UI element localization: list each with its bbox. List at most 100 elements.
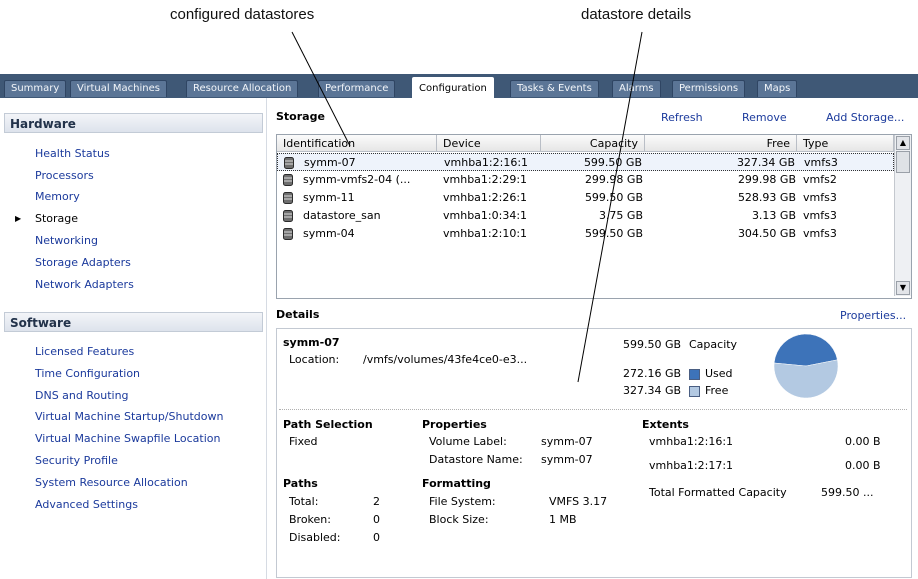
- volume-label-value: symm-07: [541, 435, 593, 448]
- column-free[interactable]: Free: [645, 135, 797, 152]
- cell-free: 299.98 GB: [737, 173, 796, 186]
- column-device[interactable]: Device: [437, 135, 541, 152]
- tab-alarms[interactable]: Alarms: [612, 80, 661, 97]
- tab-performance[interactable]: Performance: [318, 80, 396, 97]
- datastore-icon: [283, 228, 293, 240]
- scroll-down-icon[interactable]: ▼: [896, 281, 910, 295]
- nav-vm-startup-shutdown[interactable]: Virtual Machine Startup/Shutdown: [35, 409, 223, 425]
- callout-configured-datastores: configured datastores: [170, 6, 315, 23]
- add-storage-link[interactable]: Add Storage...: [826, 111, 904, 124]
- tab-virtual-machines[interactable]: Virtual Machines: [70, 80, 167, 97]
- total-formatted-capacity-value: 599.50 ...: [821, 486, 874, 499]
- datastore-icon: [284, 157, 294, 169]
- free-swatch: [689, 386, 700, 397]
- nav-vm-swapfile-location[interactable]: Virtual Machine Swapfile Location: [35, 431, 220, 447]
- nav-network-adapters[interactable]: Network Adapters: [35, 277, 134, 293]
- cell-device: vmhba1:2:26:1: [443, 191, 528, 204]
- tab-maps[interactable]: Maps: [757, 80, 798, 97]
- datastore-name-value: symm-07: [541, 453, 593, 466]
- cell-free: 528.93 GB: [737, 191, 796, 204]
- extents-title: Extents: [642, 418, 689, 431]
- extent-device: vmhba1:2:17:1: [649, 459, 734, 472]
- storage-title: Storage: [276, 110, 325, 123]
- free-value: 327.34 GB: [623, 384, 682, 397]
- cell-capacity: 599.50 GB: [583, 156, 642, 169]
- hardware-header: Hardware: [4, 113, 263, 133]
- column-type[interactable]: Type: [797, 135, 894, 152]
- cell-capacity: 3.75 GB: [598, 209, 643, 222]
- table-scrollbar[interactable]: ▲ ▼: [894, 135, 911, 296]
- cell-capacity: 299.98 GB: [584, 173, 643, 186]
- capacity-label: Capacity: [689, 338, 738, 351]
- scroll-thumb[interactable]: [896, 151, 910, 173]
- refresh-link[interactable]: Refresh: [661, 111, 703, 124]
- scroll-up-icon[interactable]: ▲: [896, 136, 910, 150]
- nav-processors[interactable]: Processors: [35, 168, 94, 184]
- details-title: Details: [276, 308, 320, 321]
- remove-link[interactable]: Remove: [742, 111, 787, 124]
- file-system-key: File System:: [429, 495, 496, 508]
- cell-capacity: 599.50 GB: [584, 191, 643, 204]
- cell-identification: symm-07: [304, 156, 356, 169]
- nav-advanced-settings[interactable]: Advanced Settings: [35, 497, 138, 513]
- paths-total-value: 2: [373, 495, 380, 508]
- location-label: Location:: [289, 353, 340, 366]
- nav-networking[interactable]: Networking: [35, 233, 98, 249]
- table-row[interactable]: datastore_san vmhba1:0:34:1 3.75 GB 3.13…: [277, 207, 894, 225]
- datastore-table: Identification Device Capacity Free Type…: [276, 134, 912, 299]
- table-row[interactable]: symm-07 vmhba1:2:16:1 599.50 GB 327.34 G…: [277, 153, 894, 171]
- cell-device: vmhba1:2:29:1: [443, 173, 528, 186]
- cell-type: vmfs3: [804, 156, 838, 169]
- cell-type: vmfs3: [803, 227, 837, 240]
- volume-label-key: Volume Label:: [429, 435, 507, 448]
- table-row[interactable]: symm-vmfs2-04 (... vmhba1:2:29:1 299.98 …: [277, 171, 894, 189]
- properties-link[interactable]: Properties...: [840, 309, 906, 322]
- nav-time-configuration[interactable]: Time Configuration: [35, 366, 140, 382]
- details-panel: symm-07 Location: /vmfs/volumes/43fe4ce0…: [276, 328, 912, 578]
- block-size-value: 1 MB: [549, 513, 577, 526]
- tab-resource-allocation[interactable]: Resource Allocation: [186, 80, 299, 97]
- tab-tasks-events[interactable]: Tasks & Events: [510, 80, 599, 97]
- cell-device: vmhba1:2:16:1: [444, 156, 529, 169]
- tab-summary[interactable]: Summary: [4, 80, 67, 97]
- extent-size: 0.00 B: [845, 435, 881, 448]
- table-row[interactable]: symm-04 vmhba1:2:10:1 599.50 GB 304.50 G…: [277, 225, 894, 243]
- nav-storage[interactable]: Storage: [35, 211, 78, 227]
- datastore-icon: [283, 174, 293, 186]
- cell-identification: symm-vmfs2-04 (...: [303, 173, 411, 186]
- extent-size: 0.00 B: [845, 459, 881, 472]
- paths-disabled-label: Disabled:: [289, 531, 341, 544]
- properties-section-title: Properties: [422, 418, 487, 431]
- nav-health-status[interactable]: Health Status: [35, 146, 110, 162]
- paths-disabled-value: 0: [373, 531, 380, 544]
- cell-type: vmfs2: [803, 173, 837, 186]
- cell-type: vmfs3: [803, 209, 837, 222]
- tab-permissions[interactable]: Permissions: [672, 80, 746, 97]
- cell-type: vmfs3: [803, 191, 837, 204]
- cell-free: 327.34 GB: [736, 156, 795, 169]
- nav-licensed-features[interactable]: Licensed Features: [35, 344, 134, 360]
- paths-broken-label: Broken:: [289, 513, 331, 526]
- column-capacity[interactable]: Capacity: [541, 135, 645, 152]
- cell-identification: datastore_san: [303, 209, 381, 222]
- callout-datastore-details: datastore details: [581, 6, 692, 23]
- nav-dns-routing[interactable]: DNS and Routing: [35, 388, 129, 404]
- column-identification[interactable]: Identification: [277, 135, 437, 152]
- usage-pie-chart: [773, 333, 839, 399]
- used-value: 272.16 GB: [623, 367, 682, 380]
- paths-broken-value: 0: [373, 513, 380, 526]
- datastore-icon: [283, 210, 293, 222]
- datastore-icon: [283, 192, 293, 204]
- nav-storage-adapters[interactable]: Storage Adapters: [35, 255, 131, 271]
- nav-system-resource-allocation[interactable]: System Resource Allocation: [35, 475, 188, 491]
- cell-capacity: 599.50 GB: [584, 227, 643, 240]
- table-row[interactable]: symm-11 vmhba1:2:26:1 599.50 GB 528.93 G…: [277, 189, 894, 207]
- datastore-name-key: Datastore Name:: [429, 453, 523, 466]
- tab-configuration[interactable]: Configuration: [412, 77, 494, 99]
- block-size-key: Block Size:: [429, 513, 489, 526]
- cell-free: 304.50 GB: [737, 227, 796, 240]
- nav-memory[interactable]: Memory: [35, 189, 80, 205]
- nav-security-profile[interactable]: Security Profile: [35, 453, 118, 469]
- capacity-value: 599.50 GB: [623, 338, 682, 351]
- path-selection-value: Fixed: [289, 435, 318, 448]
